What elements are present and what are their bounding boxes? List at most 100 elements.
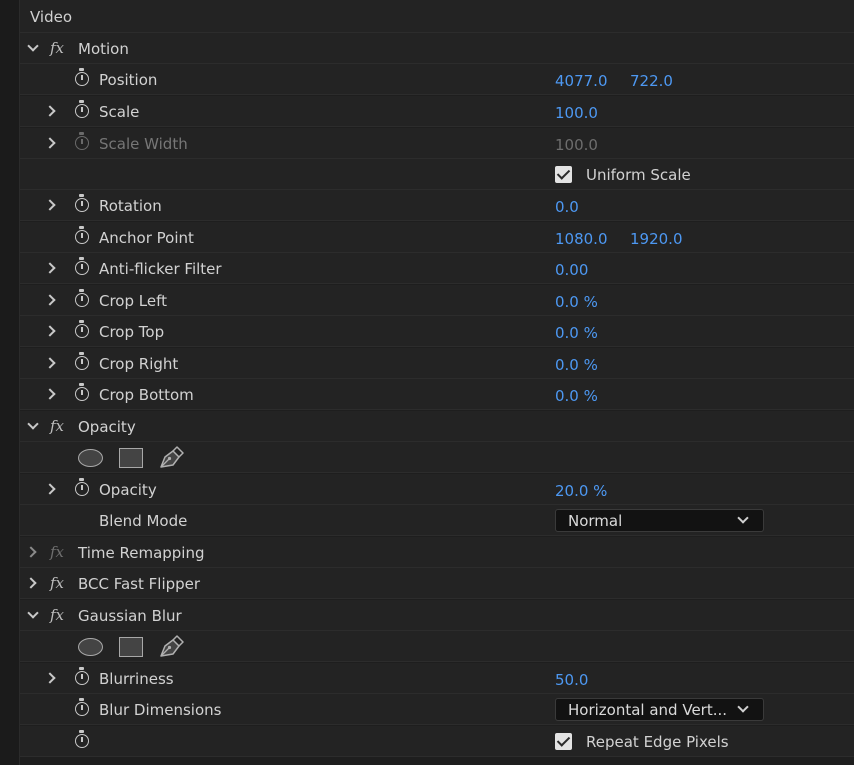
stopwatch-icon [75,132,89,150]
fx-toggle-icon[interactable]: fx [50,417,64,435]
effect-name: BCC Fast Flipper [78,575,201,593]
pen-mask-icon[interactable] [158,635,184,659]
expand-chevron-icon[interactable] [44,388,56,400]
left-gutter [0,0,20,765]
effect-row-gaussian-blur[interactable]: fx Gaussian Blur [20,600,854,631]
effect-name: Gaussian Blur [78,607,182,625]
checkbox-label: Repeat Edge Pixels [586,733,729,751]
expand-chevron-icon[interactable] [25,577,37,589]
mask-tools-row [20,631,854,662]
mask-tools-row [20,442,854,473]
checkbox-label: Uniform Scale [586,166,691,184]
stopwatch-icon[interactable] [75,289,89,307]
ellipse-mask-icon[interactable] [78,449,103,467]
expand-chevron-icon[interactable] [25,546,37,558]
fx-toggle-icon[interactable]: fx [50,39,64,57]
property-row-crop-right: Crop Right 0.0 % [20,348,854,379]
property-row-scale-width: Scale Width 100.0 [20,128,854,159]
stopwatch-icon[interactable] [75,698,89,716]
effect-name: Time Remapping [78,544,205,562]
stopwatch-icon[interactable] [75,257,89,275]
ellipse-mask-icon[interactable] [78,638,103,656]
collapse-chevron-icon[interactable] [27,40,39,52]
section-title: Video [30,8,73,26]
blurriness-value[interactable]: 50.0 [555,671,588,689]
expand-chevron-icon[interactable] [44,294,56,306]
property-row-uniform-scale: Uniform Scale [20,159,854,190]
property-row-rotation: Rotation 0.0 [20,190,854,221]
rectangle-mask-icon[interactable] [119,637,143,657]
anchor-y-value[interactable]: 1920.0 [630,230,683,248]
effect-row-time-remapping[interactable]: fx Time Remapping [20,537,854,568]
collapse-chevron-icon[interactable] [27,607,39,619]
blur-dimensions-dropdown[interactable]: Horizontal and Vert... [555,698,764,721]
crop-left-value[interactable]: 0.0 % [555,293,598,311]
effect-row-bcc-fast-flipper[interactable]: fx BCC Fast Flipper [20,568,854,599]
fx-toggle-icon[interactable]: fx [50,574,64,592]
crop-right-value[interactable]: 0.0 % [555,356,598,374]
property-row-blurriness: Blurriness 50.0 [20,663,854,694]
property-row-crop-top: Crop Top 0.0 % [20,316,854,347]
property-name: Blend Mode [99,512,188,530]
stopwatch-icon[interactable] [75,68,89,86]
anti-flicker-value[interactable]: 0.00 [555,261,588,279]
property-row-blur-dimensions: Blur Dimensions Horizontal and Vert... [20,694,854,725]
expand-chevron-icon[interactable] [44,672,56,684]
effect-row-motion[interactable]: fx Motion [20,33,854,64]
expand-chevron-icon[interactable] [44,483,56,495]
property-row-opacity: Opacity 20.0 % [20,474,854,505]
effect-name: Motion [78,40,129,58]
effect-row-opacity[interactable]: fx Opacity [20,411,854,442]
pen-mask-icon[interactable] [158,446,184,470]
uniform-scale-checkbox[interactable] [555,166,572,183]
position-x-value[interactable]: 4077.0 [555,72,608,90]
fx-toggle-icon: fx [50,543,65,561]
video-section-header: Video [20,0,854,33]
collapse-chevron-icon[interactable] [27,418,39,430]
expand-chevron-icon[interactable] [44,325,56,337]
blend-mode-dropdown[interactable]: Normal [555,509,764,532]
crop-top-value[interactable]: 0.0 % [555,324,598,342]
property-row-anti-flicker: Anti-flicker Filter 0.00 [20,253,854,284]
expand-chevron-icon[interactable] [44,357,56,369]
property-name: Crop Top [99,323,165,341]
stopwatch-icon[interactable] [75,667,89,685]
stopwatch-icon[interactable] [75,478,89,496]
crop-bottom-value[interactable]: 0.0 % [555,387,598,405]
property-name: Opacity [99,481,157,499]
property-name: Position [99,71,158,89]
repeat-edge-pixels-checkbox[interactable] [555,733,572,750]
rotation-value[interactable]: 0.0 [555,198,579,216]
effect-name: Opacity [78,418,136,436]
stopwatch-icon[interactable] [75,730,89,748]
property-row-crop-left: Crop Left 0.0 % [20,285,854,316]
fx-toggle-icon[interactable]: fx [50,606,64,624]
property-name: Blurriness [99,670,174,688]
stopwatch-icon[interactable] [75,383,89,401]
property-row-blend-mode: Blend Mode Normal [20,505,854,536]
opacity-value[interactable]: 20.0 % [555,482,607,500]
chevron-down-icon [737,512,749,524]
property-row-scale: Scale 100.0 [20,96,854,127]
position-y-value[interactable]: 722.0 [630,72,673,90]
property-name: Rotation [99,197,162,215]
stopwatch-icon[interactable] [75,226,89,244]
scale-width-value: 100.0 [555,136,598,154]
property-row-position: Position 4077.0 722.0 [20,64,854,95]
property-row-anchor-point: Anchor Point 1080.0 1920.0 [20,222,854,253]
scale-value[interactable]: 100.0 [555,104,598,122]
expand-chevron-icon[interactable] [44,137,56,149]
rectangle-mask-icon[interactable] [119,448,143,468]
dropdown-value: Horizontal and Vert... [568,701,728,719]
property-name: Anti-flicker Filter [99,260,222,278]
stopwatch-icon[interactable] [75,320,89,338]
expand-chevron-icon[interactable] [44,199,56,211]
expand-chevron-icon[interactable] [44,105,56,117]
stopwatch-icon[interactable] [75,194,89,212]
dropdown-value: Normal [568,512,623,530]
property-name: Crop Bottom [99,386,194,404]
anchor-x-value[interactable]: 1080.0 [555,230,608,248]
stopwatch-icon[interactable] [75,100,89,118]
stopwatch-icon[interactable] [75,352,89,370]
expand-chevron-icon[interactable] [44,262,56,274]
